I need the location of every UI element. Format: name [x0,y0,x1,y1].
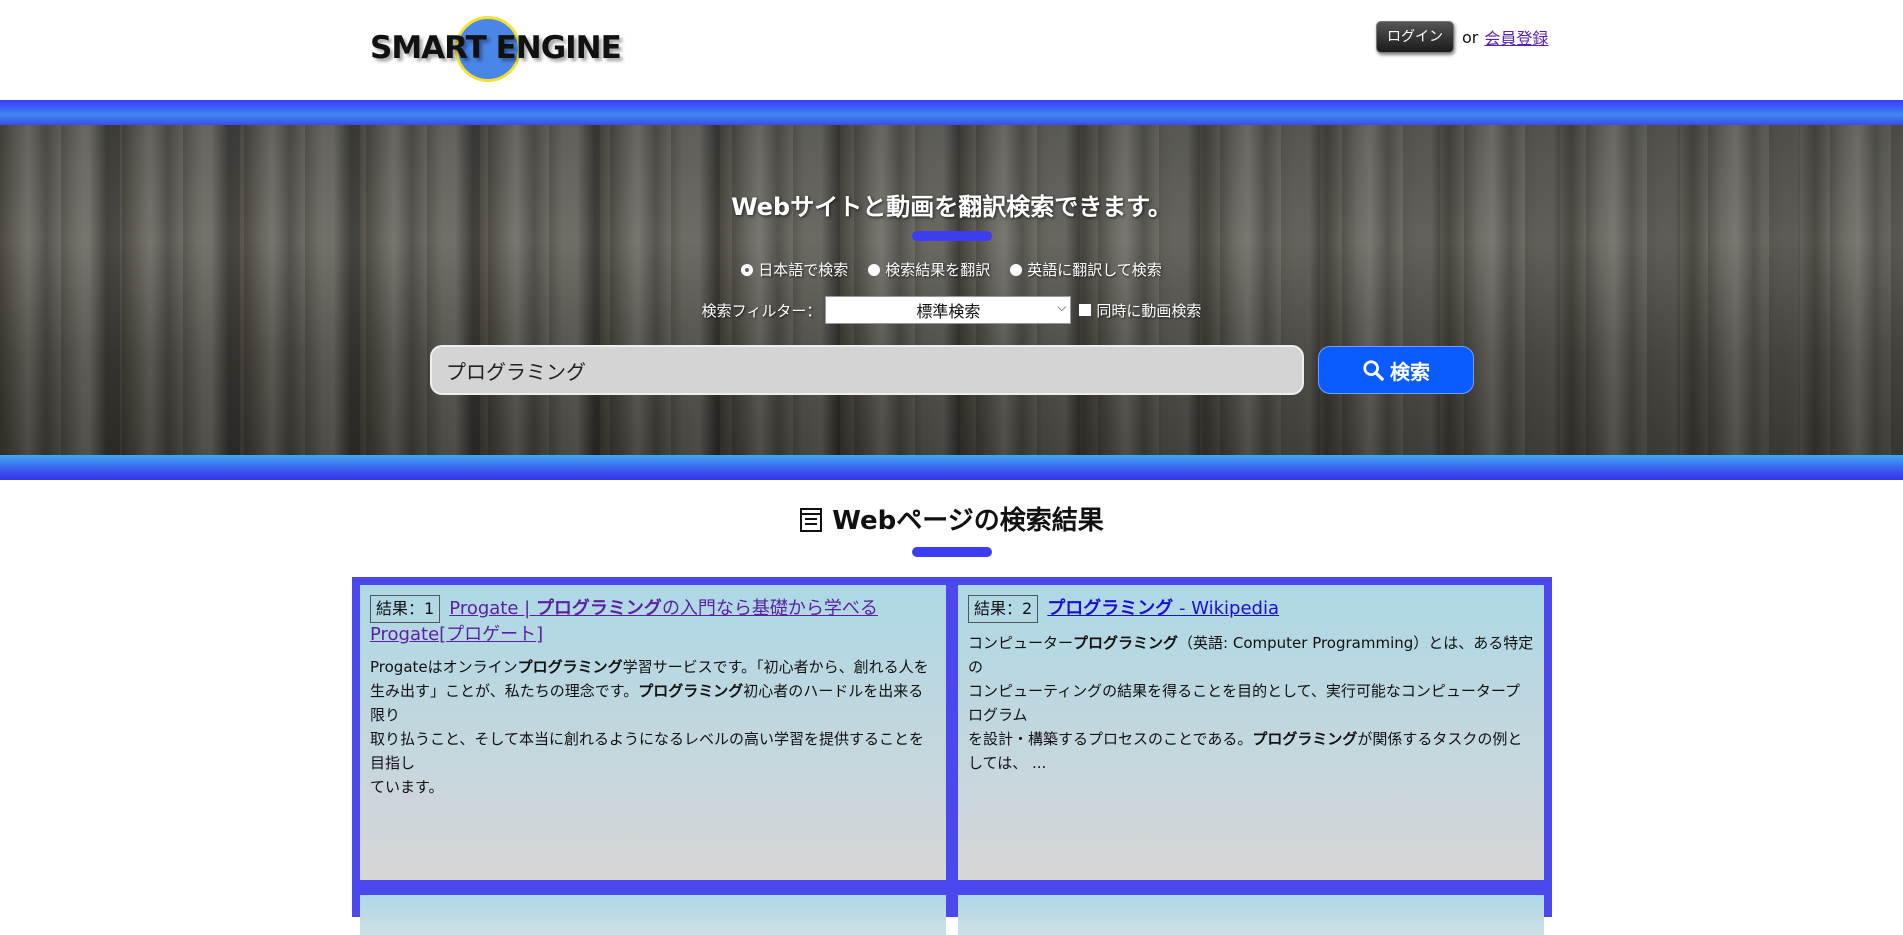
snippet-text: 取り払うこと、そして本当に創れるようになるレベルの高い学習を提供することを目指し [370,730,924,772]
radio-translate-results[interactable]: 検索結果を翻訳 [868,259,990,280]
snippet-highlight: プログラミング [517,658,623,676]
login-button[interactable]: ログイン [1376,21,1454,53]
snippet-text: 生み出す」ことが、私たちの理念です。 [370,682,639,700]
result-header: 結果：2 プログラミング - Wikipedia [968,595,1534,623]
filter-select-value: 標準検索 [916,302,981,321]
snippet-highlight: プログラミング [1073,634,1179,652]
radio-label: 英語に翻訳して検索 [1027,261,1162,279]
radio-selected-icon [741,263,754,276]
results-section-title: Webページの検索結果 [0,500,1903,537]
result-card-3 [360,895,946,935]
result-number-tag: 結果：1 [370,595,441,623]
radio-label: 日本語で検索 [758,261,849,279]
logo-text: SMART ENGINE [370,30,622,66]
site-header: SMART ENGINE ログイン or 会員登録 [0,0,1903,100]
search-row: プログラミング 検索 [430,345,1474,395]
snippet-text: 学習サービスです。「初心者から、創れる人を [622,658,929,676]
snippet-highlight: プログラミング [1252,730,1358,748]
filter-label: 検索フィルター： [701,301,822,320]
result-title-bold: プログラミング [535,598,662,619]
results-title-text: Webページの検索結果 [832,506,1104,536]
radio-translate-english[interactable]: 英語に翻訳して検索 [1010,259,1162,280]
video-search-checkbox[interactable] [1079,304,1092,316]
snippet-text: Progateはオンライン [370,658,518,676]
result-title-post: - Wikipedia [1173,598,1280,619]
result-snippet-1: Progateはオンラインプログラミング学習サービスです。「初心者から、創れる人… [370,655,936,799]
logo[interactable]: SMART ENGINE [370,14,622,84]
snippet-text: コンピューティングの結果を得ることを目的として、実行可能なコンピュータープログラ… [968,682,1521,724]
search-input[interactable]: プログラミング [430,345,1304,395]
result-link-2[interactable]: プログラミング - Wikipedia [1047,598,1279,619]
hero-bottom-band [0,455,1903,480]
snippet-text: コンピューター [968,634,1074,652]
radio-japanese-search[interactable]: 日本語で検索 [741,259,848,280]
result-card-2: 結果：2 プログラミング - Wikipedia コンピュータープログラミング（… [958,585,1544,880]
result-card-1: 結果：1 Progate | プログラミングの入門なら基礎から学べるProgat… [360,585,946,880]
search-button-label: 検索 [1390,359,1430,384]
search-button[interactable]: 検索 [1318,346,1474,394]
results-grid: 結果：1 Progate | プログラミングの入門なら基礎から学べるProgat… [352,577,1552,935]
filter-row: 検索フィルター： 標準検索 ⌵ 同時に動画検索 [0,296,1903,324]
result-card-4 [958,895,1544,935]
radio-label: 検索結果を翻訳 [885,261,991,279]
snippet-highlight: プログラミング [638,682,744,700]
search-icon [1363,360,1384,381]
snippet-text: を設計・構築するプロセスのことである。 [968,730,1253,748]
chevron-down-icon: ⌵ [1057,300,1067,314]
auth-area: ログイン or 会員登録 [1376,21,1548,53]
result-title-bold: プログラミング [1047,598,1174,619]
filter-select[interactable]: 標準検索 ⌵ [825,296,1072,324]
hero-title: Webサイトと動画を翻訳検索できます。 [731,193,1172,221]
radio-icon [1010,263,1023,276]
or-text: or [1462,27,1479,47]
snippet-text: ています。 [370,778,444,796]
search-mode-radios: 日本語で検索 検索結果を翻訳 英語に翻訳して検索 [0,259,1903,280]
document-icon [800,508,823,532]
result-title-pre: Progate | [449,598,536,619]
results-underline [912,547,992,557]
hero-top-band [0,100,1903,125]
radio-icon [868,263,881,276]
result-number-tag: 結果：2 [968,595,1039,623]
hero-section: Webサイトと動画を翻訳検索できます。 日本語で検索 検索結果を翻訳 英語に翻訳… [0,125,1903,455]
hero-underline [912,231,992,241]
result-header: 結果：1 Progate | プログラミングの入門なら基礎から学べるProgat… [370,595,936,647]
result-link-1[interactable]: Progate | プログラミングの入門なら基礎から学べるProgate[プロゲ… [370,598,878,645]
video-search-label: 同時に動画検索 [1096,301,1202,320]
result-snippet-2: コンピュータープログラミング（英語: Computer Programming）… [968,631,1534,775]
signup-link[interactable]: 会員登録 [1484,25,1548,49]
